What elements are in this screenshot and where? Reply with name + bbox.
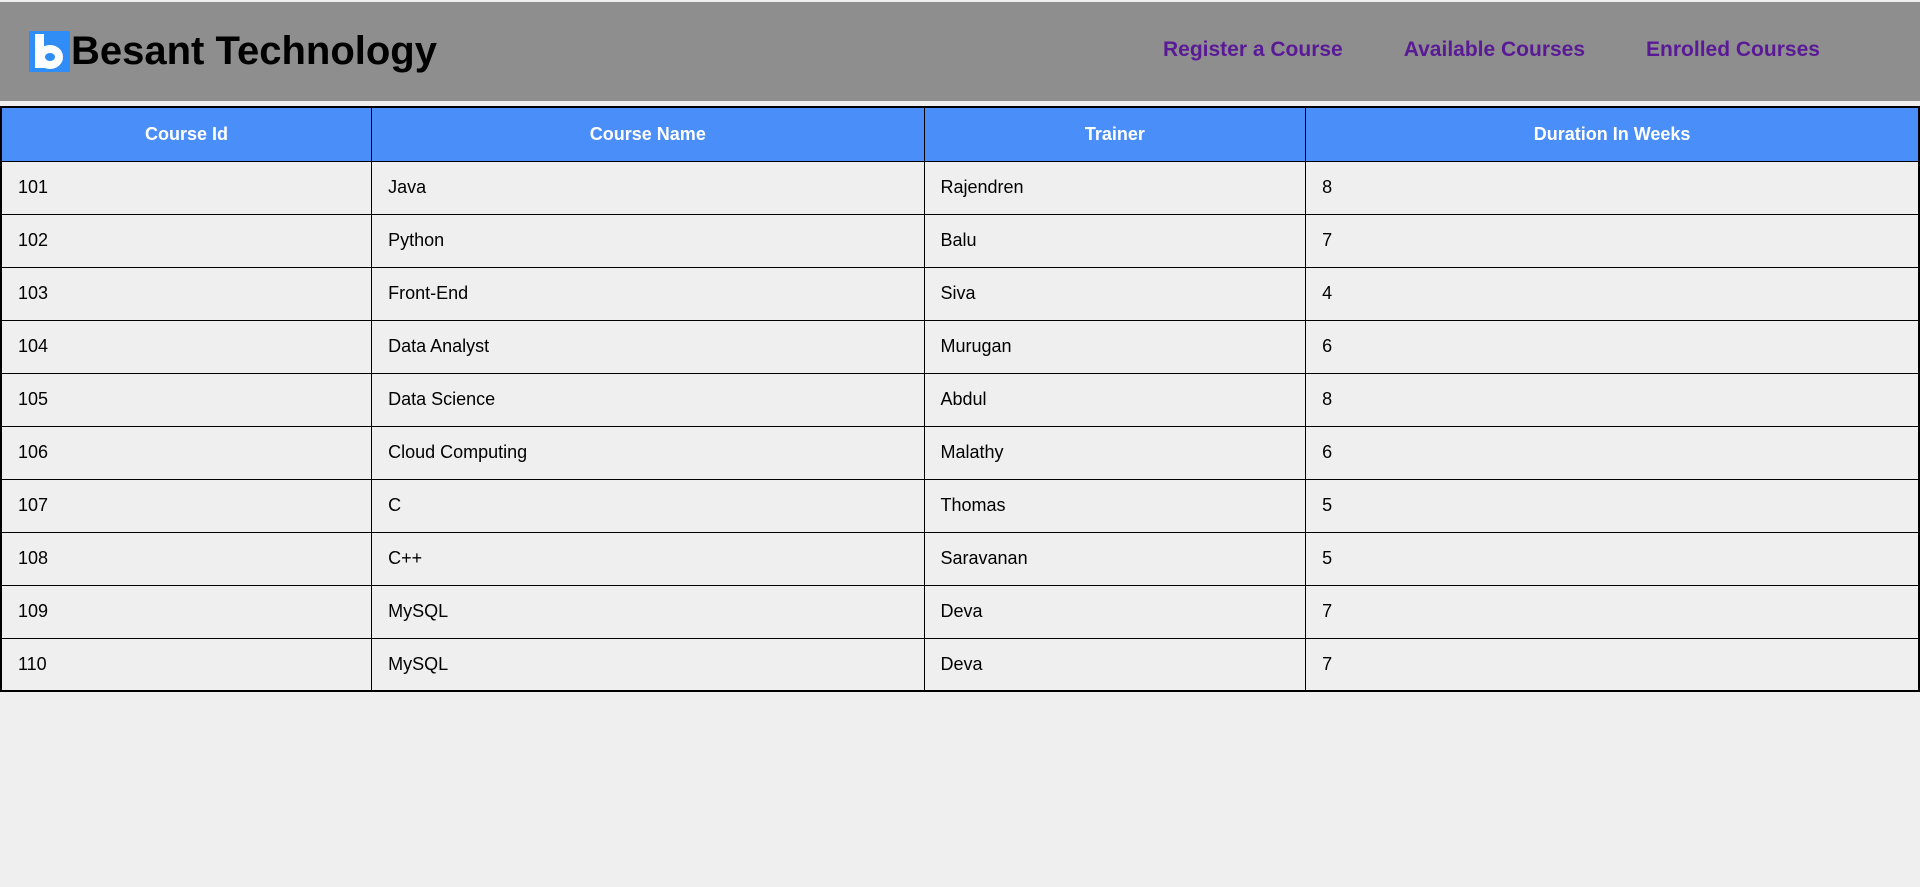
cell-course-name: Data Analyst [371,319,925,374]
cell-course-id: 105 [0,372,373,427]
cell-duration: 6 [1305,425,1920,480]
b-logo-icon [29,30,70,72]
cell-course-id: 103 [0,266,373,321]
cell-course-id: 101 [0,160,373,215]
cell-course-id: 108 [0,531,373,586]
cell-trainer: Siva [923,266,1307,321]
cell-duration: 7 [1305,584,1920,639]
cell-trainer: Deva [923,584,1307,639]
table-row: 105 Data Science Abdul 8 [0,372,1920,427]
cell-duration: 5 [1305,478,1920,533]
table-row: 104 Data Analyst Murugan 6 [0,319,1920,374]
cell-course-id: 110 [0,637,373,692]
table-row: 107 C Thomas 5 [0,478,1920,533]
cell-course-id: 102 [0,213,373,268]
cell-duration: 4 [1305,266,1920,321]
cell-duration: 8 [1305,160,1920,215]
cell-trainer: Deva [923,637,1307,692]
main-nav: Register a Course Available Courses Enro… [1163,38,1820,62]
cell-course-id: 104 [0,319,373,374]
column-header-course-name: Course Name [371,106,925,162]
cell-trainer: Malathy [923,425,1307,480]
cell-course-name: Cloud Computing [371,425,925,480]
cell-trainer: Balu [923,213,1307,268]
cell-course-name: C++ [371,531,925,586]
courses-table: Course Id Course Name Trainer Duration I… [0,106,1920,692]
cell-duration: 7 [1305,637,1920,692]
cell-course-name: Front-End [371,266,925,321]
cell-trainer: Thomas [923,478,1307,533]
cell-course-name: MySQL [371,584,925,639]
cell-course-id: 106 [0,425,373,480]
column-header-duration: Duration In Weeks [1305,106,1920,162]
nav-link-enrolled-courses[interactable]: Enrolled Courses [1646,38,1820,62]
table-row: 110 MySQL Deva 7 [0,637,1920,692]
brand-name: Besant Technology [71,29,437,73]
table-header-row: Course Id Course Name Trainer Duration I… [0,106,1920,162]
cell-course-name: Java [371,160,925,215]
nav-link-register-course[interactable]: Register a Course [1163,38,1343,62]
table-row: 101 Java Rajendren 8 [0,160,1920,215]
cell-course-id: 107 [0,478,373,533]
cell-trainer: Rajendren [923,160,1307,215]
nav-link-available-courses[interactable]: Available Courses [1404,38,1585,62]
cell-trainer: Murugan [923,319,1307,374]
table-body: 101 Java Rajendren 8 102 Python Balu 7 103 Front-… [0,160,1920,692]
table-row: 108 C++ Saravanan 5 [0,531,1920,586]
cell-course-name: C [371,478,925,533]
cell-course-name: MySQL [371,637,925,692]
column-header-trainer: Trainer [923,106,1307,162]
cell-duration: 6 [1305,319,1920,374]
cell-course-name: Data Science [371,372,925,427]
cell-duration: 8 [1305,372,1920,427]
cell-course-name: Python [371,213,925,268]
column-header-course-id: Course Id [0,106,373,162]
table-row: 103 Front-End Siva 4 [0,266,1920,321]
cell-course-id: 109 [0,584,373,639]
brand[interactable]: Besant Technology [29,28,437,74]
cell-trainer: Saravanan [923,531,1307,586]
site-header: Besant Technology Register a Course Avai… [0,2,1920,101]
cell-duration: 5 [1305,531,1920,586]
table-row: 102 Python Balu 7 [0,213,1920,268]
table-row: 109 MySQL Deva 7 [0,584,1920,639]
cell-duration: 7 [1305,213,1920,268]
cell-trainer: Abdul [923,372,1307,427]
table-row: 106 Cloud Computing Malathy 6 [0,425,1920,480]
